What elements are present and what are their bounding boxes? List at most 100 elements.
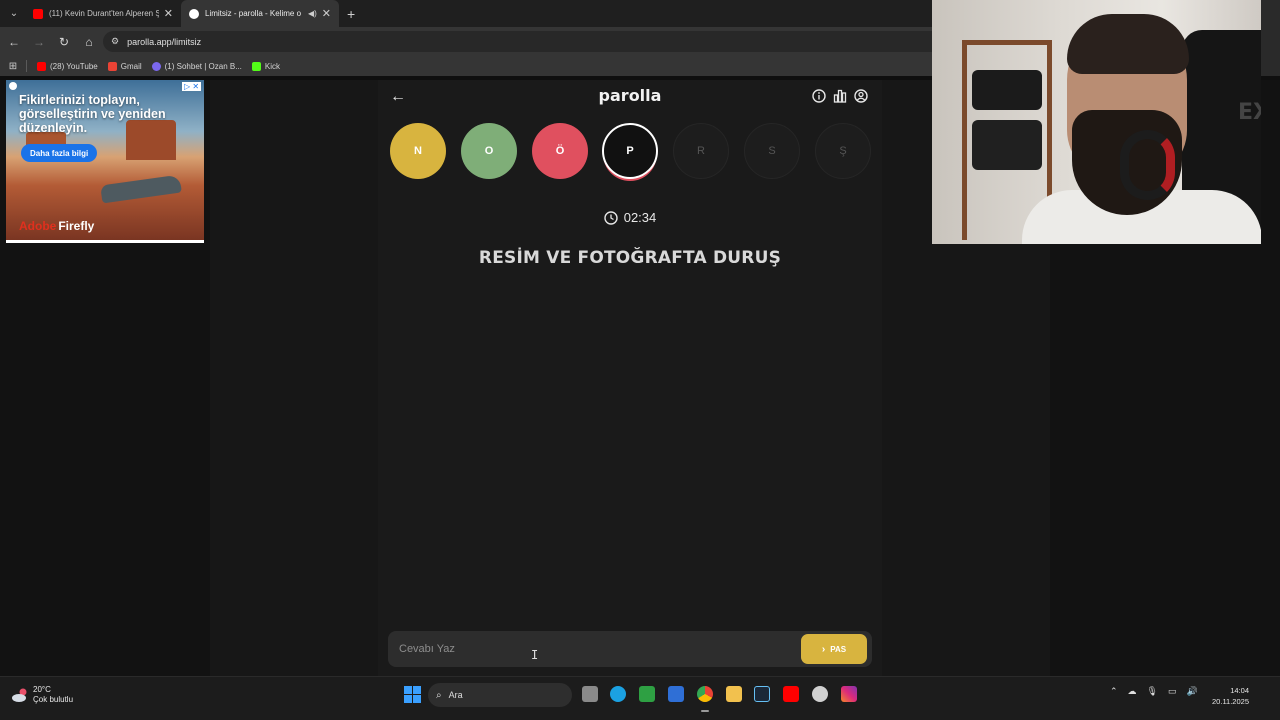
bookmark-label: Kick [264,61,280,71]
adobe-firefly-ad[interactable]: ▷ ✕ Fikirlerinizi toplayın, görselleştir… [6,80,204,243]
letter-circle: O [461,123,517,179]
clock-date: 20.11.2025 [1212,697,1249,706]
youtube-favicon-icon [33,8,43,19]
stats-icon[interactable] [833,89,847,103]
taskbar-search[interactable]: ⌕ Ara [428,683,572,707]
webcam-bag-shape [972,120,1042,170]
site-info-icon[interactable]: ⚙ [111,36,119,47]
question-text: RESİM VE FOTOĞRAFTA DURUŞ [478,248,782,268]
back-arrow-icon[interactable]: ← [3,35,25,49]
chat-icon [151,61,161,71]
gmail-icon [107,61,117,71]
clock-time: 14:04 [1230,686,1249,695]
ad-headline: Fikirlerinizi toplayın, görselleştirin v… [19,93,166,135]
system-tray: ⌃ ☁ 🎙 ▭ 🔊 [1110,686,1208,697]
file-explorer-icon[interactable] [726,686,742,702]
task-view-icon[interactable] [582,686,598,702]
webcam-hair-shape [1067,14,1189,74]
tab-strip: ⌄ (11) Kevin Durant'ten Alperen Ş ✕ Limi… [0,0,932,27]
left-ad-column: ▷ ✕ Fikirlerinizi toplayın, görselleştir… [0,80,210,676]
chevron-right-icon: › [821,643,826,655]
answer-bar: › PAS [388,631,872,667]
tab-youtube[interactable]: (11) Kevin Durant'ten Alperen Ş ✕ [25,0,181,27]
clock-icon [604,210,618,225]
ad-brand-prefix: Adobe [19,219,57,233]
system-clock[interactable]: 14:04 20.11.2025 [1208,685,1249,707]
network-icon[interactable]: ▭ [1168,686,1177,697]
speaker-icon[interactable]: ◀) [308,9,317,18]
letter-progress-row: N O Ö P R S Ş [390,123,871,183]
mail-icon[interactable] [668,686,684,702]
info-icon[interactable] [812,89,826,103]
new-tab-plus-icon[interactable]: + [347,6,355,22]
search-label: Ara [448,690,463,700]
letter-circle: N [390,123,446,179]
browser-toolbar: ← → ↻ ⌂ ⚙ parolla.app/limitsiz [0,27,932,56]
instagram-icon[interactable] [841,686,857,702]
adchoices-icon[interactable]: ▷ ✕ [182,82,202,91]
volume-icon[interactable]: 🔊 [1187,686,1198,697]
bookmark-label: (1) Sohbet | Ozan B... [164,61,242,71]
letter-circle-current: P [602,123,658,179]
bookmark-label: Gmail [120,61,142,71]
letter-circle: R [673,123,729,179]
bookmark-sohbet[interactable]: (1) Sohbet | Ozan B... [151,61,242,71]
address-bar[interactable]: ⚙ parolla.app/limitsiz [103,31,932,52]
webcam-overlay: EX [932,0,1261,244]
url-text: parolla.app/limitsiz [127,36,202,47]
windows-start-icon[interactable] [404,686,421,703]
parolla-favicon-icon [189,8,199,19]
windows-taskbar: 20°C Çok bulutlu ⌕ Ara ⌃ ☁ 🎙 ▭ 🔊 14:04 2… [0,676,1280,720]
letter-circle: S [744,123,800,179]
search-icon: ⌕ [436,689,442,701]
countdown-timer: 02:34 [378,210,882,225]
reload-icon[interactable]: ↻ [53,35,75,49]
weather-desc: Çok bulutlu [33,695,74,704]
app-header: ← parolla [378,80,882,114]
parolla-app: ← parolla N O Ö P R S Ş 02:34 RESİM VE F… [378,80,882,676]
ad-cta-button[interactable]: Daha fazla bilgi [21,144,98,162]
cloud-icon [12,688,27,702]
youtube-icon [37,61,46,71]
xbox-icon[interactable] [639,686,655,702]
pass-button-label: PAS [830,644,847,654]
tab-close-icon[interactable]: ✕ [322,7,331,20]
app-logo: parolla [598,86,662,105]
bookmark-youtube[interactable]: (28) YouTube [37,61,98,71]
youtube-icon[interactable] [783,686,799,702]
bookmark-label: (28) YouTube [50,61,98,71]
tab-title: Limitsiz - parolla - Kelime o [205,9,302,18]
steam-icon[interactable] [754,686,770,702]
tab-close-icon[interactable]: ✕ [164,7,173,20]
bookmark-gmail[interactable]: Gmail [107,61,142,71]
edge-icon[interactable] [610,686,626,702]
webcam-headset-shape [1120,130,1175,200]
chrome-icon[interactable] [697,686,713,702]
home-icon[interactable]: ⌂ [78,35,100,49]
weather-widget[interactable]: 20°C Çok bulutlu [11,685,73,705]
tab-search-chevron-icon[interactable]: ⌄ [3,3,25,25]
chevron-up-icon[interactable]: ⌃ [1110,686,1118,697]
answer-input[interactable] [388,631,798,667]
ad-car-shape [100,174,182,204]
app-icon[interactable] [812,686,828,702]
tab-title: (11) Kevin Durant'ten Alperen Ş [49,9,159,18]
user-profile-icon[interactable] [854,89,868,103]
timer-value: 02:34 [623,210,657,225]
letter-circle: Ş [815,123,871,179]
ad-logo-icon [9,82,17,90]
onedrive-icon[interactable]: ☁ [1128,686,1137,697]
microphone-icon[interactable]: 🎙 [1147,686,1158,697]
pass-button[interactable]: › PAS [801,634,867,664]
webcam-chair-logo: EX [1238,100,1261,125]
text-cursor-icon: I [531,648,539,662]
webcam-bag-shape [972,70,1042,110]
ad-brand-name: Firefly [58,219,95,233]
bookmarks-divider [26,60,27,72]
weather-temp: 20°C [33,685,51,694]
tab-parolla[interactable]: Limitsiz - parolla - Kelime o ◀) ✕ [181,0,339,27]
active-app-indicator [701,710,709,712]
apps-grid-icon[interactable]: ⊞ [0,61,26,72]
bookmark-kick[interactable]: Kick [251,61,280,71]
forward-arrow-icon[interactable]: → [28,35,50,49]
